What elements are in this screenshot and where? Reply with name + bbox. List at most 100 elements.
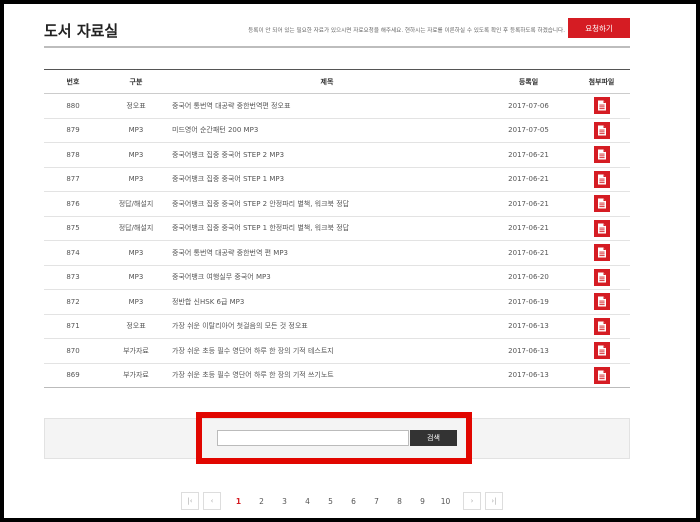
document-icon[interactable] [593,268,610,286]
row-date: 2017-07-06 [484,93,573,119]
row-category: MP3 [102,142,170,168]
page-number-9[interactable]: 9 [411,492,434,510]
table-row: 878 MP3 중국어뱅크 집중 중국어 STEP 2 MP3 2017-06-21 [44,142,630,168]
page-number-6[interactable]: 6 [342,492,365,510]
table-row: 880 정오표 중국어 통번역 대공략 중한번역편 정오표 2017-07-06 [44,93,630,119]
table-row: 873 MP3 중국어뱅크 여행실무 중국어 MP3 2017-06-20 [44,265,630,290]
row-category: 정오표 [102,314,170,339]
row-category: 부가자료 [102,338,170,364]
row-number: 876 [44,191,102,217]
row-category: MP3 [102,167,170,192]
row-number: 871 [44,314,102,339]
document-icon[interactable] [593,342,610,360]
row-attachment [573,191,630,217]
table-row: 875 정답/해설지 중국어뱅크 집중 중국어 STEP 1 한정파리 별책, 워크… [44,216,630,241]
row-date: 2017-06-21 [484,191,573,217]
page-number-4[interactable]: 4 [296,492,319,510]
column-header-attachment: 첨부파일 [573,69,630,94]
search-input[interactable] [217,430,409,446]
row-category: MP3 [102,118,170,143]
row-category: MP3 [102,265,170,290]
document-icon[interactable] [593,219,610,237]
row-attachment [573,216,630,241]
table-row: 871 정오표 가장 쉬운 이탈리아어 첫걸음의 모든 것 정오표 2017-06-1… [44,314,630,339]
document-icon[interactable] [593,121,610,139]
table-row: 879 MP3 미드영어 순간패턴 200 MP3 2017-07-05 [44,118,630,143]
table-row: 872 MP3 정반합 신HSK 6급 MP3 2017-06-19 [44,289,630,315]
resource-table: 번호 구분 제목 등록일 첨부파일 880 정오표 중국어 통번역 대공략 중한번역… [44,69,630,388]
row-title-link[interactable]: 중국어 통번역 대공략 중한번역 편 MP3 [170,240,484,266]
row-title-link[interactable]: 중국어뱅크 여행실무 중국어 MP3 [170,265,484,290]
page-number-10[interactable]: 10 [434,492,457,510]
search-button[interactable]: 검색 [410,430,457,446]
row-number: 873 [44,265,102,290]
table-row: 877 MP3 중국어뱅크 집중 중국어 STEP 1 MP3 2017-06-21 [44,167,630,192]
row-date: 2017-06-21 [484,216,573,241]
page-number-8[interactable]: 8 [388,492,411,510]
request-notice: 등록이 안 되어 있는 필요한 자료가 있으시면 자료요청을 해주세요. 현하시… [248,28,565,34]
row-attachment [573,167,630,192]
row-title-link[interactable]: 미드영어 순간패턴 200 MP3 [170,118,484,143]
document-icon[interactable] [593,366,610,384]
row-category: MP3 [102,289,170,315]
row-number: 870 [44,338,102,364]
row-date: 2017-06-13 [484,363,573,388]
column-header-number: 번호 [44,69,102,94]
row-attachment [573,93,630,119]
page-number-5[interactable]: 5 [319,492,342,510]
request-button[interactable]: 요청하기 [568,18,630,38]
row-category: 부가자료 [102,363,170,388]
row-number: 878 [44,142,102,168]
row-title-link[interactable]: 중국어뱅크 집중 중국어 STEP 2 MP3 [170,142,484,168]
row-date: 2017-06-21 [484,167,573,192]
row-number: 879 [44,118,102,143]
row-number: 872 [44,289,102,315]
row-date: 2017-07-05 [484,118,573,143]
row-attachment [573,265,630,290]
page-header: 도서 자료실 등록이 안 되어 있는 필요한 자료가 있으시면 자료요청을 해주… [44,16,630,48]
document-icon[interactable] [593,146,610,164]
table-row: 876 정답/해설지 중국어뱅크 집중 중국어 STEP 2 안정파리 별책, 워크… [44,191,630,217]
row-title-link[interactable]: 중국어뱅크 집중 중국어 STEP 1 한정파리 별책, 워크북 정답 [170,216,484,241]
page-number-7[interactable]: 7 [365,492,388,510]
row-number: 874 [44,240,102,266]
row-attachment [573,338,630,364]
document-icon[interactable] [593,317,610,335]
row-date: 2017-06-13 [484,314,573,339]
last-page-button[interactable]: ›| [485,492,503,510]
document-icon[interactable] [593,97,610,115]
row-title-link[interactable]: 가장 쉬운 이탈리아어 첫걸음의 모든 것 정오표 [170,314,484,339]
next-page-button[interactable]: › [463,492,481,510]
row-title-link[interactable]: 중국어뱅크 집중 중국어 STEP 1 MP3 [170,167,484,192]
document-icon[interactable] [593,293,610,311]
table-row: 869 부가자료 가장 쉬운 초등 필수 영단어 하루 한 장의 기적 쓰기노트 20… [44,363,630,388]
page-number-1[interactable]: 1 [227,492,250,510]
row-title-link[interactable]: 정반합 신HSK 6급 MP3 [170,289,484,315]
first-page-button[interactable]: |‹ [181,492,199,510]
page-numbers: 1 2 3 4 5 6 7 8 9 10 [227,492,457,510]
row-attachment [573,289,630,315]
table-row: 870 부가자료 가장 쉬운 초등 필수 영단어 하루 한 장의 기적 테스트지 20… [44,338,630,364]
pagination: |‹ ‹ 1 2 3 4 5 6 7 8 9 10 › ›| [181,492,503,510]
row-category: MP3 [102,240,170,266]
row-category: 정오표 [102,93,170,119]
table-body: 880 정오표 중국어 통번역 대공략 중한번역편 정오표 2017-07-06 879… [44,93,630,388]
row-number: 877 [44,167,102,192]
row-attachment [573,240,630,266]
page-number-2[interactable]: 2 [250,492,273,510]
document-icon[interactable] [593,244,610,262]
row-title-link[interactable]: 중국어 통번역 대공략 중한번역편 정오표 [170,93,484,119]
document-icon[interactable] [593,170,610,188]
row-attachment [573,363,630,388]
row-date: 2017-06-21 [484,142,573,168]
row-title-link[interactable]: 가장 쉬운 초등 필수 영단어 하루 한 장의 기적 테스트지 [170,338,484,364]
table-row: 874 MP3 중국어 통번역 대공략 중한번역 편 MP3 2017-06-21 [44,240,630,266]
document-icon[interactable] [593,195,610,213]
prev-page-button[interactable]: ‹ [203,492,221,510]
page-number-3[interactable]: 3 [273,492,296,510]
row-title-link[interactable]: 가장 쉬운 초등 필수 영단어 하루 한 장의 기적 쓰기노트 [170,363,484,388]
page-title: 도서 자료실 [44,22,119,40]
column-header-date: 등록일 [484,69,573,94]
row-category: 정답/해설지 [102,216,170,241]
row-title-link[interactable]: 중국어뱅크 집중 중국어 STEP 2 안정파리 별책, 워크북 정답 [170,191,484,217]
